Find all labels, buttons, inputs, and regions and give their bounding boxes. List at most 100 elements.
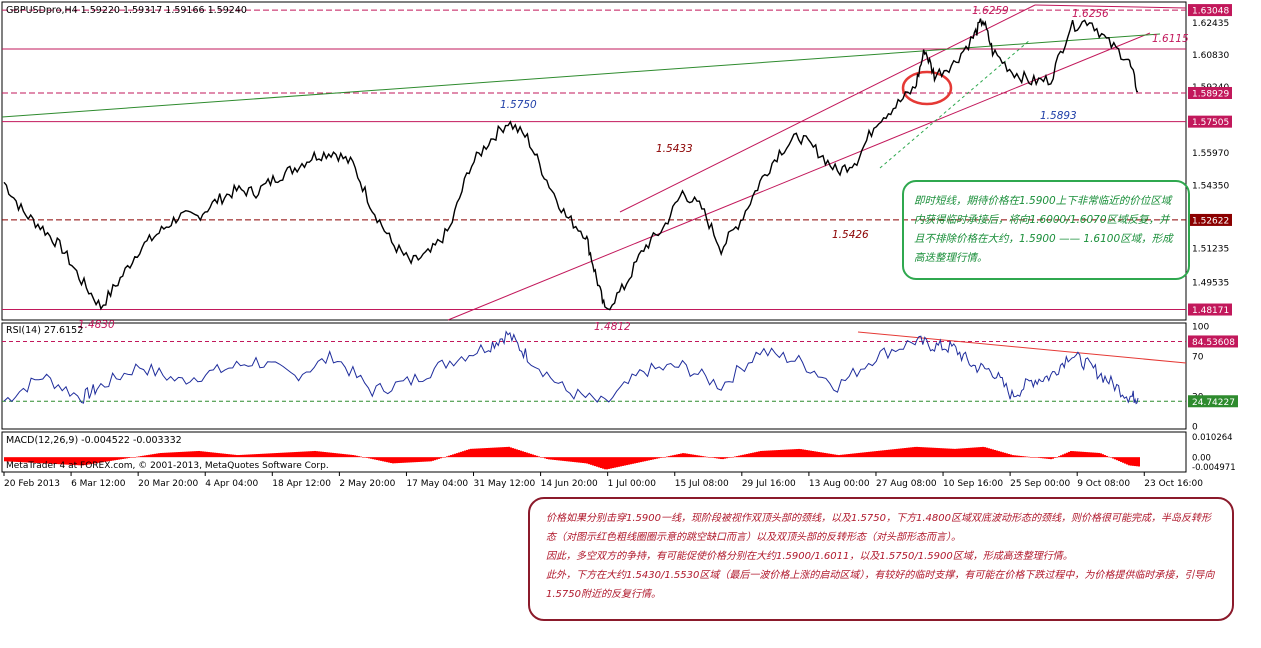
- macd-bar: [152, 454, 154, 458]
- macd-bar: [946, 448, 948, 458]
- macd-bar: [442, 457, 444, 458]
- macd-bar: [516, 449, 518, 458]
- macd-bar: [312, 451, 314, 458]
- macd-bar: [148, 454, 150, 458]
- macd-bar: [818, 451, 820, 458]
- macd-bar: [968, 447, 970, 458]
- macd-bar: [158, 453, 160, 458]
- macd-bar: [356, 455, 358, 458]
- macd-bar: [294, 452, 296, 458]
- macd-bar: [616, 457, 618, 468]
- macd-bar: [1102, 454, 1104, 458]
- macd-bar: [722, 457, 724, 460]
- macd-bar: [926, 447, 928, 458]
- macd-bar: [994, 449, 996, 458]
- macd-bar: [128, 457, 130, 459]
- macd-bar: [934, 447, 936, 458]
- macd-bar: [410, 457, 412, 463]
- macd-bar: [698, 455, 700, 458]
- macd-bar: [552, 457, 554, 460]
- macd-bar: [952, 448, 954, 458]
- macd-bar: [254, 454, 256, 458]
- macd-bar: [1044, 457, 1046, 459]
- macd-bar: [642, 457, 644, 462]
- macd-bar: [822, 452, 824, 458]
- macd-bar: [1016, 455, 1018, 458]
- macd-bar: [1126, 457, 1128, 465]
- macd-bar: [732, 456, 734, 458]
- macd-bar: [738, 455, 740, 458]
- macd-bar: [550, 457, 552, 460]
- macd-bar: [812, 451, 814, 458]
- macd-bar: [894, 449, 896, 458]
- macd-bar: [140, 456, 142, 458]
- macd-bar: [998, 451, 1000, 458]
- macd-bar: [584, 457, 586, 464]
- macd-bar: [780, 449, 782, 458]
- macd-bar: [354, 455, 356, 458]
- macd-bar: [634, 457, 636, 464]
- macd-bar: [970, 447, 972, 458]
- macd-bar: [514, 448, 516, 458]
- macd-bar: [130, 457, 132, 458]
- macd-bar: [174, 452, 176, 458]
- macd-bar: [226, 453, 228, 458]
- macd-bar: [1124, 457, 1126, 464]
- macd-bar: [400, 457, 402, 463]
- x-tick-label: 25 Sep 00:00: [1010, 479, 1070, 489]
- macd-bar: [596, 457, 598, 467]
- macd-bar: [878, 450, 880, 458]
- macd-bar: [598, 457, 600, 468]
- x-tick-label: 27 Aug 08:00: [876, 479, 937, 489]
- macd-bar: [990, 448, 992, 458]
- macd-bar: [510, 447, 512, 458]
- macd-bar: [300, 451, 302, 458]
- macd-bar: [716, 457, 718, 459]
- macd-bar: [580, 457, 582, 463]
- macd-bar: [830, 453, 832, 458]
- macd-bar: [918, 446, 920, 458]
- macd-bar: [670, 455, 672, 458]
- macd-bar: [532, 454, 534, 458]
- macd-bar: [344, 454, 346, 458]
- macd-bar: [1012, 455, 1014, 458]
- macd-bar: [1118, 457, 1120, 462]
- macd-bar: [382, 457, 384, 462]
- macd-bar: [974, 447, 976, 458]
- macd-bar: [978, 447, 980, 458]
- macd-bar: [924, 447, 926, 458]
- macd-bar: [262, 453, 264, 458]
- price-tick-label: 1.54350: [1192, 182, 1229, 192]
- macd-bar: [260, 453, 262, 458]
- macd-bar: [696, 455, 698, 458]
- macd-bar: [902, 448, 904, 458]
- price-tick-label: 1.51235: [1192, 244, 1229, 254]
- macd-bar: [714, 457, 716, 459]
- macd-bar: [524, 451, 526, 458]
- macd-bar: [166, 452, 168, 458]
- macd-bar: [474, 448, 476, 458]
- macd-bar: [1108, 456, 1110, 458]
- macd-bar: [768, 450, 770, 458]
- x-tick-label: 20 Mar 20:00: [138, 479, 198, 489]
- macd-bar: [1054, 457, 1056, 458]
- price-tick-label: 1.63048: [1192, 7, 1229, 17]
- macd-tick-label: 0.010264: [1192, 433, 1233, 443]
- macd-bar: [1094, 452, 1096, 458]
- macd-bar: [522, 451, 524, 458]
- macd-bar: [888, 449, 890, 458]
- macd-bar: [286, 452, 288, 458]
- macd-bar: [660, 457, 662, 458]
- macd-bar: [484, 448, 486, 458]
- macd-bar: [246, 454, 248, 458]
- macd-bar: [414, 457, 416, 463]
- macd-bar: [290, 452, 292, 458]
- macd-bar: [906, 447, 908, 458]
- macd-bar: [686, 453, 688, 458]
- price-annotation: 1.6259: [972, 5, 1009, 17]
- macd-bar: [646, 457, 648, 461]
- macd-bar: [434, 457, 436, 461]
- symbol-header: GBPUSDpro,H4 1.59220 1.59317 1.59166 1.5…: [6, 5, 247, 16]
- macd-tick-label: -0.004971: [1192, 463, 1236, 473]
- macd-bar: [204, 451, 206, 458]
